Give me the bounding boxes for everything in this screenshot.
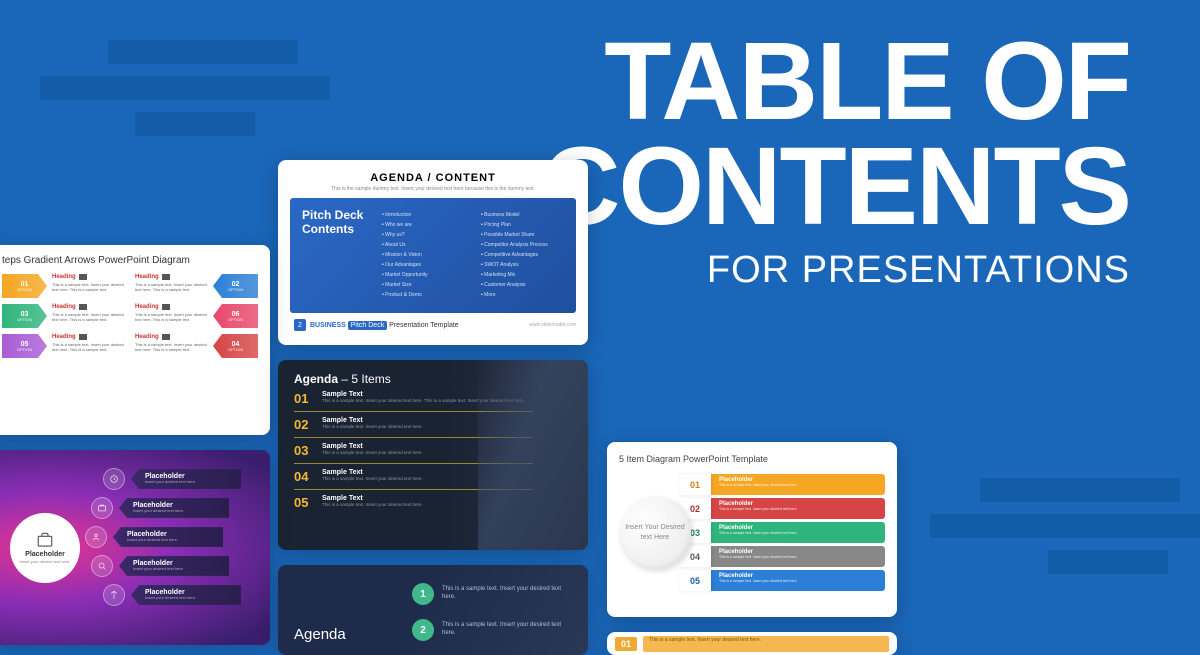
list-item: About Us [382, 242, 465, 248]
arrow-cell: 01OPTIONHeadingThis is a sample text. In… [2, 274, 125, 298]
headline-line1: TABLE OF [541, 30, 1130, 135]
briefcase-icon [36, 531, 54, 549]
list-item: Market Size [382, 282, 465, 288]
diagram-bar: 01PlaceholderThis is a sample text. Inse… [679, 474, 885, 495]
card1-inner: Pitch Deck Contents Introduction Who we a… [290, 198, 576, 313]
card2-title: teps Gradient Arrows PowerPoint Diagram [2, 255, 258, 266]
main-headline: TABLE OF CONTENTS FOR PRESENTATIONS [541, 30, 1130, 292]
card1-footer-text: BUSINESS Pitch Deck Presentation Templat… [310, 322, 459, 329]
card5-title: Agenda [294, 626, 346, 643]
deco-rect [40, 76, 330, 100]
headline-sub: FOR PRESENTATIONS [541, 249, 1130, 292]
diagram-bar: 04PlaceholderThis is a sample text. Inse… [679, 546, 885, 567]
template-card-5-item-diagram: 5 Item Diagram PowerPoint Template Inser… [607, 442, 897, 617]
list-item: Marketing Mix [481, 272, 564, 278]
list-item: More [481, 292, 564, 298]
card6-title: 5 Item Diagram PowerPoint Template [619, 454, 885, 464]
radial-item: PlaceholderInsert your desired text here… [91, 497, 241, 519]
card1-col1: Introduction Who we are Why us? About Us Mis… [382, 208, 465, 303]
template-card-agenda-dark: Agenda – 5 Items 01Sample TextThis is a … [278, 360, 588, 550]
arrow-cell: 05OPTIONHeadingThis is a sample text. In… [2, 334, 125, 358]
node-icon [103, 584, 125, 606]
card3-bg-image [478, 360, 588, 550]
node-icon [91, 497, 113, 519]
card1-header-sub: This is the sample dummy text. Insert yo… [290, 186, 576, 192]
card7-body: This is a sample text. Insert your desir… [643, 636, 889, 652]
card4-hub: Placeholder Insert your desired text her… [10, 513, 80, 583]
arrow-cell: 03OPTIONHeadingThis is a sample text. In… [2, 304, 125, 328]
card1-footer-right: www.slidemodel.com [529, 322, 576, 328]
arrow-cell: HeadingThis is a sample text. Insert you… [135, 274, 258, 298]
node-icon [91, 555, 113, 577]
list-item: Customer Analysis [481, 282, 564, 288]
arrow-cell: HeadingThis is a sample text. Insert you… [135, 304, 258, 328]
list-item: Competitor Analysis Process [481, 242, 564, 248]
template-card-snippet: 01 This is a sample text. Insert your de… [607, 632, 897, 655]
list-item: Business Model [481, 212, 564, 218]
card1-footer-num: 2 [294, 319, 306, 331]
agenda-row: 1This is a sample text. Insert your desi… [412, 583, 574, 605]
list-item: Possible Market Share [481, 232, 564, 238]
list-item: SWOT Analysis [481, 262, 564, 268]
node-icon [85, 526, 107, 548]
list-item: Introduction [382, 212, 465, 218]
arrow-cell: HeadingThis is a sample text. Insert you… [135, 334, 258, 358]
radial-item: PlaceholderInsert your desired text here… [103, 468, 241, 490]
list-item: Why us? [382, 232, 465, 238]
card4-items: PlaceholderInsert your desired text here… [85, 468, 241, 613]
card1-header: AGENDA / CONTENT [290, 172, 576, 184]
card6-circle: Insert Your Desired text Here [619, 497, 691, 569]
radial-item: PlaceholderInsert your desired text here… [91, 555, 241, 577]
agenda-row: 2This is a sample text. Insert your desi… [412, 619, 574, 641]
deco-rect [135, 112, 255, 136]
diagram-bar: 02PlaceholderThis is a sample text. Inse… [679, 498, 885, 519]
list-item: Market Opportunity [382, 272, 465, 278]
headline-line2: CONTENTS [541, 135, 1130, 240]
template-card-agenda-content: AGENDA / CONTENT This is the sample dumm… [278, 160, 588, 345]
deco-rect [980, 478, 1180, 502]
list-item: Product & Demo [382, 292, 465, 298]
radial-item: PlaceholderInsert your desired text here… [103, 584, 241, 606]
card1-inner-title: Pitch Deck Contents [302, 208, 382, 303]
card4-hub-sub: Insert your desired text here. [20, 560, 71, 565]
list-item: Competitive Advantages [481, 252, 564, 258]
radial-item: PlaceholderInsert your desired text here… [85, 526, 241, 548]
template-card-placeholder-radial: Placeholder Insert your desired text her… [0, 450, 270, 645]
deco-rect [108, 40, 298, 64]
card2-grid: 01OPTIONHeadingThis is a sample text. In… [2, 274, 258, 358]
card1-col2: Business Model Pricing Plan Possible Marke… [481, 208, 564, 303]
diagram-bar: 05PlaceholderThis is a sample text. Inse… [679, 570, 885, 591]
node-icon [103, 468, 125, 490]
card4-hub-title: Placeholder [25, 551, 65, 558]
list-item: Mission & Vision [382, 252, 465, 258]
list-item: Pricing Plan [481, 222, 564, 228]
diagram-bar: 03PlaceholderThis is a sample text. Inse… [679, 522, 885, 543]
template-card-agenda-green: Agenda 1This is a sample text. Insert yo… [278, 565, 588, 655]
template-card-gradient-arrows: teps Gradient Arrows PowerPoint Diagram … [0, 245, 270, 435]
card1-footer: 2 BUSINESS Pitch Deck Presentation Templ… [290, 319, 576, 331]
list-item: Who we are [382, 222, 465, 228]
list-item: Our Advantages [382, 262, 465, 268]
card7-num: 01 [615, 637, 637, 651]
deco-rect [1048, 550, 1168, 574]
deco-rect [930, 514, 1200, 538]
